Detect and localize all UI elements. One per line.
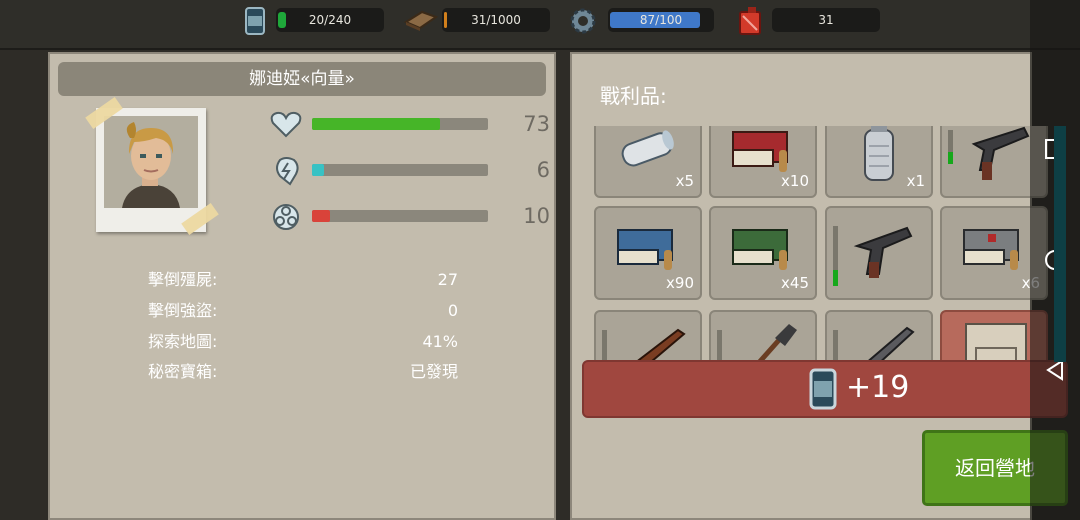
reward-bar: +19 [582,360,1068,418]
wood-plank-icon [404,10,438,31]
energy-bar-fill [312,164,324,176]
food-can-icon [245,7,265,35]
scrollbar-track[interactable] [1054,126,1066,362]
character-name: 娜迪婭«向量» [58,62,546,96]
wood-bar-fill [444,12,447,28]
wood-count: 31/1000 [471,13,521,27]
system-nav-bar [1030,0,1080,520]
detail-zombies-killed: 擊倒殭屍: 27 [148,270,458,289]
durability-bar [833,226,838,286]
resource-wood: 31/1000 [404,8,550,32]
gear-icon [570,8,596,34]
heart-icon [270,111,302,138]
medkit-ammo-box-icon [963,229,1019,270]
food-count: 20/240 [308,13,352,27]
resource-fuel: 31 [738,7,880,35]
parts-count: 87/100 [639,13,683,27]
loot-qty: x90 [666,274,694,292]
resource-food: 20/240 [244,7,386,35]
resource-parts: 87/100 [568,8,716,34]
loot-title: 戰利品: [600,84,667,108]
loot-qty: x5 [675,172,694,190]
radiation-value: 10 [523,204,550,228]
reward-amount: +19 [846,370,910,405]
loot-slot-green-ammo[interactable]: x45 [709,206,817,300]
shotgun-icon [865,326,915,362]
mre-bag-icon [965,323,1027,362]
loot-slot-grenade[interactable]: x1 [825,126,933,198]
energy-value: 6 [536,158,550,182]
grenade-canister-icon [864,126,894,181]
loot-qty: x10 [781,172,809,190]
resource-bar: 20/240 31/1000 87/100 31 [0,0,1080,50]
fuel-count: 31 [818,13,834,27]
pistol-icon [853,226,913,278]
food-bar-fill [278,12,286,28]
green-ammo-box-icon [732,229,788,270]
blue-ammo-box-icon [617,229,673,270]
loot-grid[interactable]: x5 x10 x1 x90 x45 [582,126,1054,362]
lightning-icon [276,157,299,186]
loot-slot-blue-ammo[interactable]: x90 [594,206,702,300]
biohazard-icon [273,204,299,230]
detail-map-explored: 探索地圖: 41% [148,332,458,351]
durability-bar [717,330,722,362]
stat-radiation: 10 [270,202,560,232]
durability-bar [602,330,607,362]
loot-slot-pistol[interactable] [825,206,933,300]
loot-slot-shotgun[interactable] [825,310,933,362]
revolver-icon [971,126,1030,180]
loot-slot-red-ammo[interactable]: x10 [709,126,817,198]
loot-qty: x1 [906,172,925,190]
character-avatar [122,122,180,208]
detail-bandits-killed: 擊倒強盜: 0 [148,301,458,320]
character-portrait [85,96,219,236]
character-panel: 娜迪婭«向量» 73 6 10 擊倒殭屍: 27 擊倒強盜: 0 探索地圖: 4… [48,52,556,520]
health-bar-fill [312,118,440,130]
stat-energy: 6 [270,156,560,186]
durability-bar [948,130,953,164]
triangle-back-icon[interactable] [1044,359,1066,381]
detail-secret-chest: 秘密寶箱: 已發現 [148,362,458,381]
stat-health: 73 [270,110,560,140]
loot-slot-bandage[interactable]: x5 [594,126,702,198]
shovel-icon [756,324,797,362]
health-value: 73 [523,112,550,136]
radiation-bar-fill [312,210,330,222]
loot-slot-shovel[interactable] [709,310,817,362]
rifle-icon [634,328,686,362]
loot-slot-rifle[interactable] [594,310,702,362]
food-can-icon [809,368,837,410]
durability-bar [833,330,838,362]
loot-qty: x45 [781,274,809,292]
fuel-canister-icon [739,7,761,35]
